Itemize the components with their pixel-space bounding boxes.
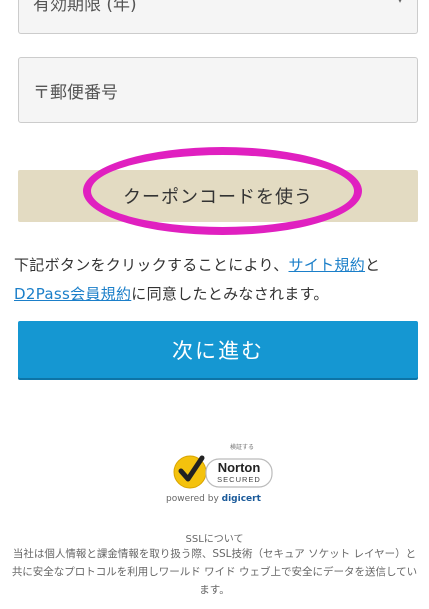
powered-by: powered by digicert [166,494,261,504]
next-button[interactable]: 次に進む [18,321,418,378]
chevron-down-icon: ▾ [397,0,403,6]
norton-checkmark-icon: Norton SECURED [173,455,273,489]
postal-code-placeholder: 〒郵便番号 [33,82,118,103]
ssl-title: SSLについて [185,534,244,545]
terms-prefix: 下記ボタンをクリックすることにより、 [14,256,289,274]
expiry-year-select[interactable]: 有効期限 (年) ▾ [18,0,418,34]
ssl-description: 当社は個人情報と課金情報を取り扱う際、SSL技術（セキュア ソケット レイヤー）… [11,548,418,596]
norton-secured-seal[interactable]: 検証する Norton SECURED powered by digicert [160,442,280,514]
terms-notice: 下記ボタンをクリックすることにより、サイト規約と D2Pass会員規約に同意したと… [14,251,420,309]
use-coupon-label: クーポンコードを使う [123,187,313,208]
terms-suffix: に同意したとみなされます。 [131,285,329,303]
expiry-year-label: 有効期限 (年) [33,0,137,15]
seal-brand: Norton [218,460,261,475]
digicert-brand: digicert [221,494,261,504]
site-terms-link[interactable]: サイト規約 [289,256,366,274]
seal-secured: SECURED [217,475,261,484]
postal-code-field[interactable]: 〒郵便番号 [18,57,418,123]
member-terms-link[interactable]: D2Pass会員規約 [14,285,131,303]
use-coupon-button[interactable]: クーポンコードを使う [18,170,418,222]
next-button-label: 次に進む [172,338,264,363]
terms-and: と [365,256,381,274]
powered-prefix: powered by [166,494,219,504]
